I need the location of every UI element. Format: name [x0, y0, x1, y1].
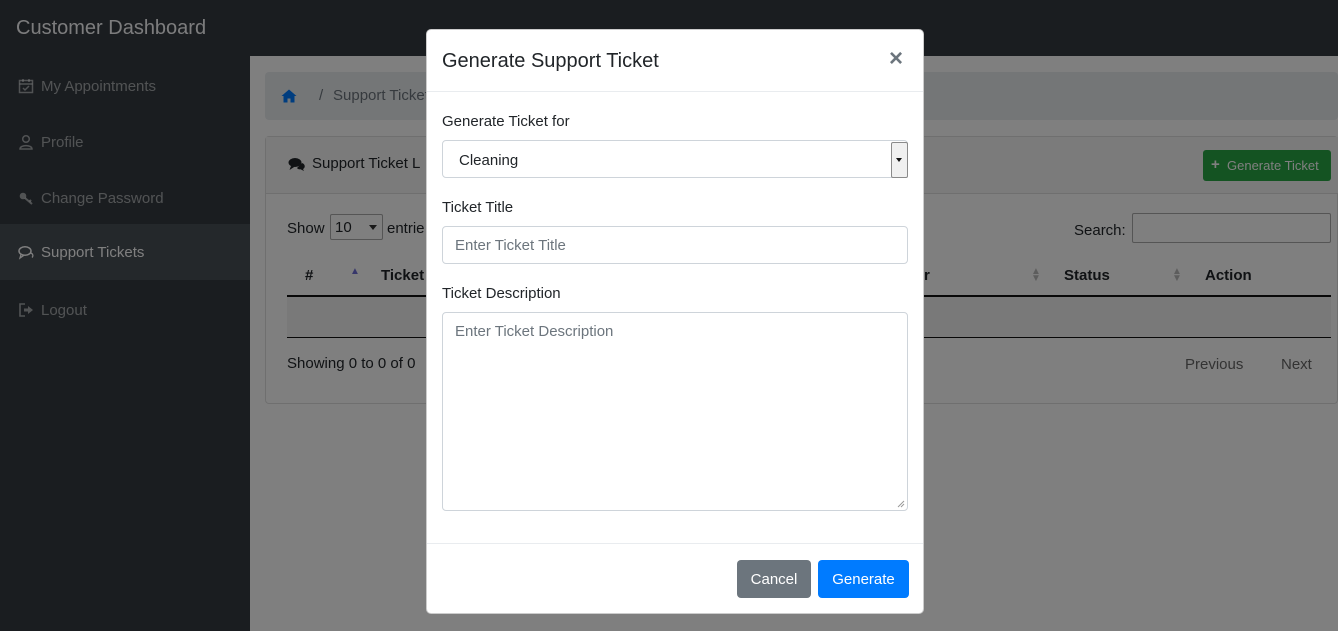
- resize-grip-icon[interactable]: [897, 500, 905, 508]
- chevron-down-icon: [896, 158, 902, 162]
- ticket-for-select[interactable]: Cleaning: [442, 140, 908, 178]
- cancel-button[interactable]: Cancel: [737, 560, 811, 598]
- ticket-for-label: Generate Ticket for: [442, 113, 570, 130]
- generate-ticket-modal: Generate Support Ticket × Generate Ticke…: [426, 29, 924, 614]
- modal-title: Generate Support Ticket: [442, 50, 659, 72]
- generate-button[interactable]: Generate: [818, 560, 909, 598]
- ticket-description-textarea[interactable]: [442, 312, 908, 511]
- dropdown-button[interactable]: [891, 142, 908, 178]
- modal-footer-divider: [427, 543, 923, 544]
- ticket-title-label: Ticket Title: [442, 199, 514, 216]
- ticket-title-input[interactable]: [442, 226, 908, 264]
- ticket-description-label: Ticket Description: [442, 285, 561, 302]
- modal-header: Generate Support Ticket ×: [427, 30, 923, 92]
- close-icon[interactable]: ×: [889, 47, 903, 71]
- ticket-for-value: Cleaning: [459, 152, 519, 169]
